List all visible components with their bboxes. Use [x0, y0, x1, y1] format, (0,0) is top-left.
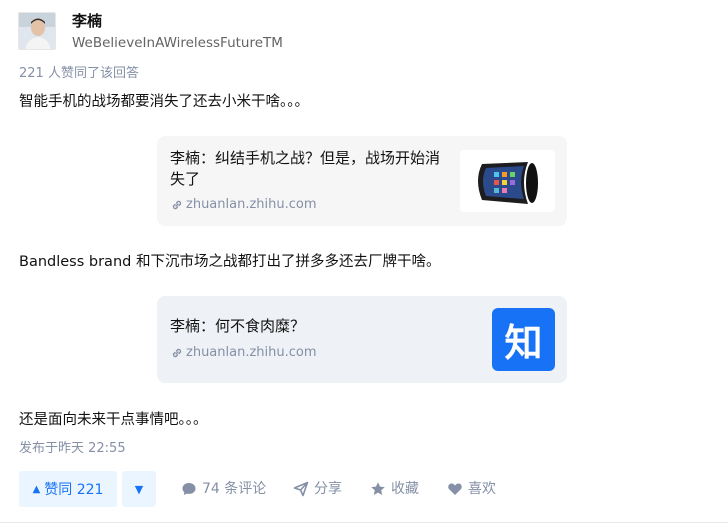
- downvote-button[interactable]: ▼: [122, 471, 156, 507]
- upvote-label: 赞同 221: [44, 482, 104, 498]
- collect-label: 收藏: [391, 481, 419, 497]
- link-icon: [170, 198, 184, 212]
- link-card-url: zhuanlan.zhihu.com: [170, 197, 317, 213]
- star-icon: [371, 482, 385, 495]
- link-card-title: 李楠：纠结手机之战？但是，战场开始消失了: [170, 149, 441, 188]
- share-button[interactable]: 分享: [293, 479, 342, 499]
- author-bio: WeBelieveInAWirelessFutureTM: [72, 35, 283, 51]
- link-card-url: zhuanlan.zhihu.com: [170, 345, 317, 361]
- share-label: 分享: [314, 481, 342, 497]
- avatar[interactable]: [18, 12, 56, 50]
- collect-button[interactable]: 收藏: [370, 479, 419, 499]
- author-name[interactable]: 李楠: [72, 12, 283, 30]
- upvote-button[interactable]: ▲ 赞同 221: [19, 471, 117, 507]
- answer-paragraph: Bandless brand 和下沉市场之战都打出了拼多多还去厂牌干啥。: [19, 254, 441, 270]
- comment-button[interactable]: 74 条评论: [181, 479, 266, 499]
- answer-paragraph: 智能手机的战场都要消失了还去小米干啥。。。: [19, 94, 309, 110]
- comment-count: 74 条评论: [202, 481, 267, 497]
- triangle-up-icon: ▲: [32, 483, 41, 495]
- link-card-url-text: zhuanlan.zhihu.com: [186, 197, 317, 212]
- link-card-thumbnail: [460, 150, 555, 212]
- link-card-url-text: zhuanlan.zhihu.com: [186, 345, 317, 360]
- triangle-down-icon: ▼: [134, 482, 144, 496]
- zhihu-logo-icon: 知: [492, 308, 555, 371]
- divider: [0, 522, 728, 523]
- author-header: 李楠 WeBelieveInAWirelessFutureTM: [18, 12, 283, 54]
- action-bar: ▲ 赞同 221 ▼ 74 条评论 分享 收藏 喜欢: [0, 470, 728, 510]
- publish-time[interactable]: 发布于昨天 22:55: [19, 441, 126, 457]
- like-label: 喜欢: [468, 481, 496, 497]
- like-button[interactable]: 喜欢: [447, 479, 496, 499]
- comment-icon: [182, 483, 196, 495]
- answer-paragraph: 还是面向未来干点事情吧。。。: [19, 412, 208, 428]
- link-card[interactable]: 李楠：纠结手机之战？但是，战场开始消失了 zhuanlan.zhihu.com: [157, 136, 567, 226]
- share-icon: [293, 481, 309, 497]
- link-icon: [170, 346, 184, 360]
- link-card-title: 李楠：何不食肉糜？: [170, 317, 306, 335]
- votes-summary: 221 人赞同了该回答: [19, 66, 139, 81]
- link-card[interactable]: 李楠：何不食肉糜？ zhuanlan.zhihu.com 知: [157, 296, 567, 383]
- heart-icon: [448, 483, 462, 495]
